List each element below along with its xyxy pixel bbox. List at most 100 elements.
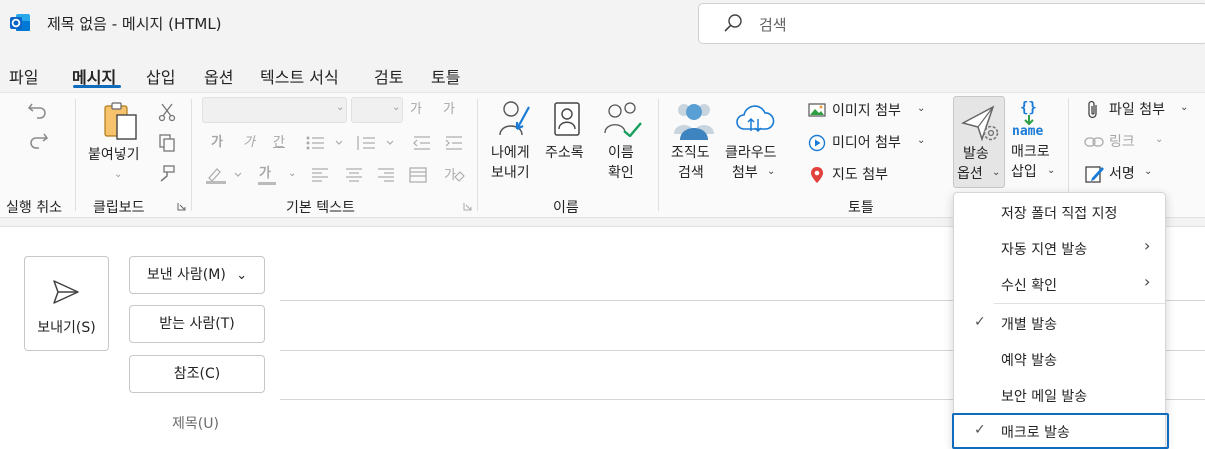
font-color-button[interactable]: 가 — [259, 164, 271, 184]
undo-icon[interactable] — [27, 101, 49, 121]
subject-label: 제목(U) — [172, 416, 219, 432]
org-chart-search-icon[interactable] — [673, 98, 715, 140]
macro-insert-label-2[interactable]: 삽입 — [1011, 162, 1037, 182]
org-chart-search-label-1[interactable]: 조직도 — [671, 143, 710, 163]
menu-item-save-folder[interactable]: 저장 폴더 직접 지정 — [954, 194, 1165, 230]
link-icon[interactable] — [1084, 135, 1104, 149]
chevron-down-icon[interactable]: ⌄ — [1155, 134, 1163, 145]
image-attach-button[interactable]: 이미지 첨부 — [832, 101, 901, 121]
file-attach-button[interactable]: 파일 첨부 — [1109, 100, 1165, 120]
address-book-button[interactable]: 주소록 — [545, 143, 584, 163]
from-button[interactable]: 보낸 사람(M) ⌄ — [129, 256, 265, 294]
cloud-attach-label-1[interactable]: 클라우드 — [725, 143, 777, 163]
italic-button[interactable]: 가 — [243, 133, 255, 153]
chevron-down-icon: ⌄ — [336, 102, 345, 113]
menu-item-label: 저장 폴더 직접 지정 — [1001, 206, 1118, 222]
signature-icon[interactable] — [1085, 164, 1105, 184]
chevron-down-icon[interactable]: ⌄ — [917, 135, 925, 146]
send-options-button[interactable]: 발송 옵션 ⌄ — [953, 96, 1005, 188]
menu-item-individual-send[interactable]: ✓ 개별 발송 — [954, 305, 1165, 341]
chevron-down-icon[interactable]: ⌄ — [917, 103, 925, 114]
menu-item-read-receipt[interactable]: 수신 확인 › — [954, 266, 1165, 302]
redo-icon[interactable] — [27, 131, 49, 151]
cloud-attach-icon[interactable] — [732, 103, 776, 135]
cut-icon[interactable] — [158, 102, 176, 122]
format-painter-icon[interactable] — [158, 165, 176, 183]
chevron-down-icon[interactable]: ⌄ — [288, 168, 296, 179]
chevron-down-icon[interactable]: ⌄ — [1047, 165, 1055, 176]
chevron-down-icon[interactable]: ⌄ — [1180, 102, 1188, 113]
decrease-font-size-button[interactable]: 가 — [443, 100, 455, 120]
map-attach-icon[interactable] — [808, 166, 826, 184]
copy-icon[interactable] — [158, 133, 176, 153]
link-button[interactable]: 링크 — [1109, 132, 1135, 152]
map-attach-button[interactable]: 지도 첨부 — [832, 165, 888, 185]
menu-item-label: 보안 메일 발송 — [1001, 389, 1088, 405]
active-tab-indicator — [73, 85, 121, 88]
menu-item-scheduled-send[interactable]: 예약 발송 — [954, 341, 1165, 377]
macro-name-label: name — [1012, 124, 1044, 139]
send-to-self-label-2[interactable]: 보내기 — [491, 163, 530, 183]
cc-button[interactable]: 참조(C) — [129, 355, 265, 393]
check-icon: ✓ — [974, 422, 986, 438]
menu-item-label: 매크로 발송 — [1001, 425, 1070, 441]
alignment-icons[interactable] — [312, 167, 452, 183]
paper-plane-gear-icon — [960, 105, 999, 142]
image-attach-icon[interactable] — [808, 102, 826, 118]
chevron-right-icon: › — [1144, 272, 1151, 291]
menu-item-secure-send[interactable]: 보안 메일 발송 — [954, 377, 1165, 413]
check-names-label-2[interactable]: 확인 — [608, 163, 634, 183]
signature-button[interactable]: 서명 — [1109, 164, 1135, 184]
org-chart-search-label-2[interactable]: 검색 — [678, 163, 704, 183]
send-options-label-2: 옵션 — [957, 166, 983, 182]
search-icon — [724, 14, 742, 32]
paste-button[interactable]: 붙여넣기 — [88, 145, 140, 165]
decrease-indent-icon[interactable] — [412, 135, 432, 151]
to-button[interactable]: 받는 사람(T) — [129, 305, 265, 343]
chevron-down-icon[interactable]: ⌄ — [1144, 166, 1152, 177]
address-book-icon[interactable] — [553, 101, 581, 137]
paste-icon[interactable] — [102, 101, 138, 141]
chevron-down-icon: ⌄ — [392, 102, 401, 113]
tab-file[interactable]: 파일 — [9, 64, 38, 88]
cloud-attach-label-2[interactable]: 첨부 — [732, 163, 758, 183]
menu-bar: 파일 메시지 삽입 옵션 텍스트 서식 검토 토틀 — [0, 58, 1205, 88]
tab-format-text[interactable]: 텍스트 서식 — [260, 64, 339, 88]
menu-divider — [994, 303, 1165, 304]
tab-review[interactable]: 검토 — [374, 64, 403, 88]
tab-options[interactable]: 옵션 — [204, 64, 233, 88]
increase-font-size-button[interactable]: 가 — [410, 100, 422, 120]
dialog-launcher-icon[interactable] — [463, 202, 472, 211]
search-input[interactable]: 검색 — [698, 3, 1205, 44]
media-attach-icon[interactable] — [808, 134, 826, 152]
tab-tools[interactable]: 토틀 — [431, 64, 460, 88]
dialog-launcher-icon[interactable] — [177, 202, 186, 211]
numbering-icon[interactable] — [357, 135, 397, 151]
increase-indent-icon[interactable] — [444, 135, 464, 151]
chevron-down-icon[interactable]: ⌄ — [767, 166, 775, 177]
chevron-down-icon: ⌄ — [236, 268, 248, 283]
send-to-self-label-1[interactable]: 나에게 — [491, 143, 530, 163]
check-names-label-1[interactable]: 이름 — [608, 143, 634, 163]
check-names-icon[interactable] — [604, 101, 642, 137]
menu-item-macro-send[interactable]: ✓ 매크로 발송 — [952, 413, 1169, 449]
svg-text:가: 가 — [444, 168, 456, 183]
underline-button[interactable]: 간 — [273, 133, 285, 153]
ribbon-separator — [191, 99, 192, 211]
menu-item-delay-send[interactable]: 자동 지연 발송 › — [954, 230, 1165, 266]
paperclip-icon[interactable] — [1086, 100, 1100, 120]
highlight-icon[interactable] — [205, 166, 247, 184]
send-to-self-icon[interactable] — [497, 99, 533, 139]
macro-insert-label-1[interactable]: 매크로 — [1011, 142, 1050, 162]
check-icon: ✓ — [974, 314, 986, 330]
ribbon-separator — [477, 99, 478, 211]
search-placeholder: 검색 — [759, 16, 787, 34]
bold-button[interactable]: 가 — [211, 133, 223, 153]
send-button[interactable]: 보내기(S) — [24, 256, 109, 351]
font-name-dropdown[interactable] — [202, 97, 347, 123]
media-attach-button[interactable]: 미디어 첨부 — [832, 133, 901, 153]
tab-insert[interactable]: 삽입 — [146, 64, 175, 88]
chevron-down-icon[interactable]: ⌄ — [114, 169, 122, 180]
bullets-icon[interactable] — [306, 135, 346, 151]
clear-formatting-icon[interactable]: 가 — [443, 165, 465, 185]
